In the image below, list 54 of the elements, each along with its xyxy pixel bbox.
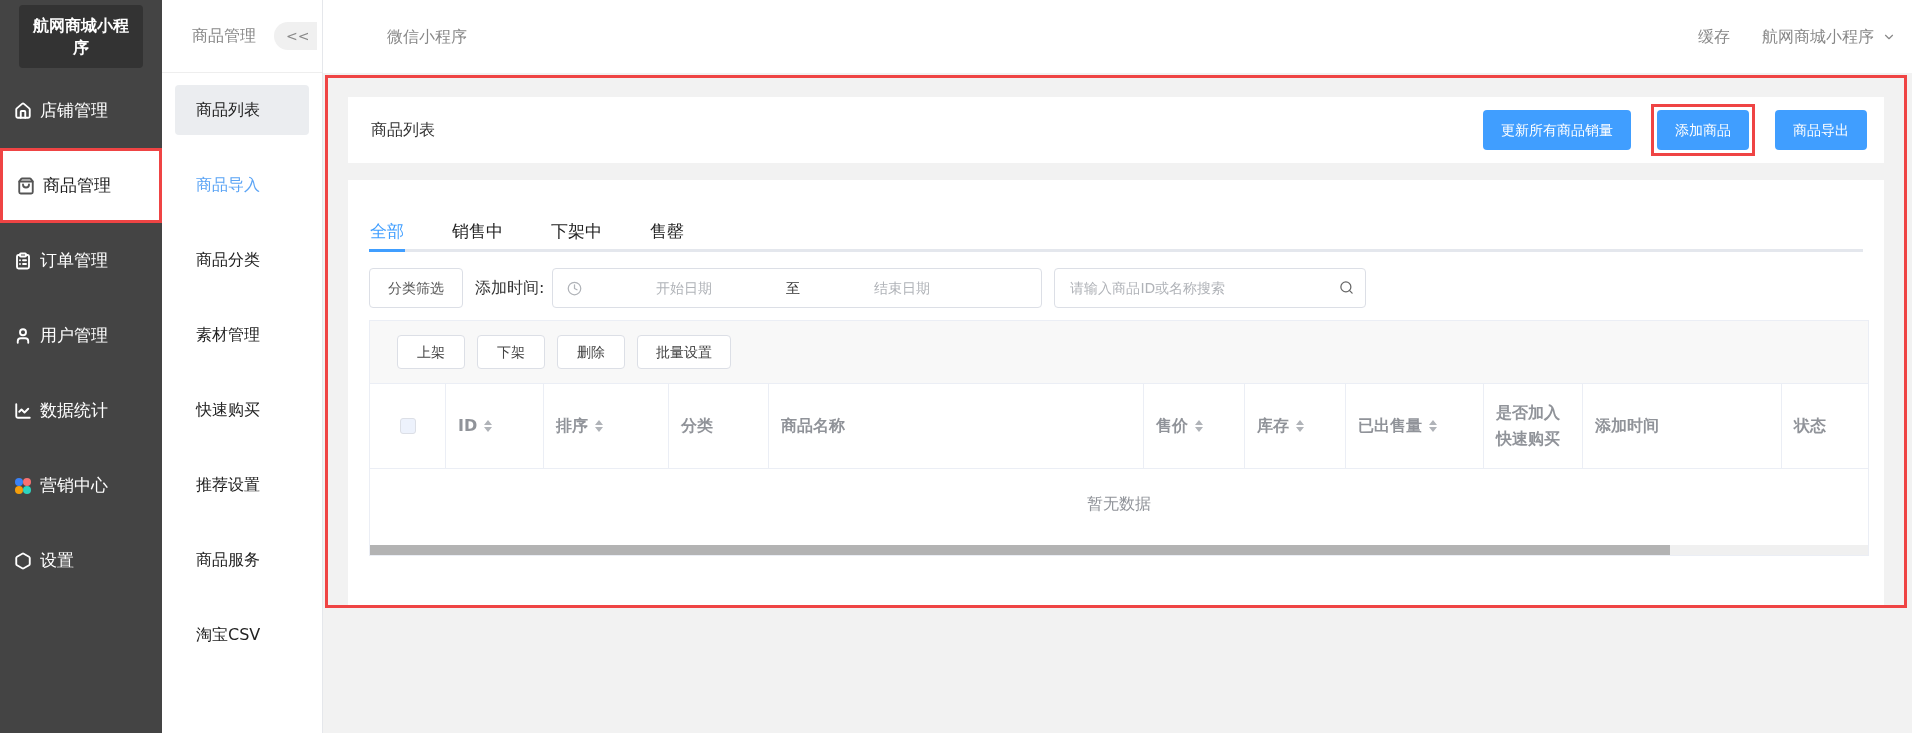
sort-icon[interactable]	[1194, 419, 1204, 433]
user-icon	[14, 326, 32, 345]
submenu-item[interactable]: 推荐设置	[175, 460, 309, 510]
sidebar-item[interactable]: 设置	[0, 523, 162, 598]
search-icon	[1339, 280, 1355, 295]
submenu-item[interactable]: 商品列表	[175, 85, 309, 135]
clipboard-icon	[14, 251, 32, 270]
store-icon	[14, 101, 32, 120]
tab[interactable]: 销售中	[451, 214, 504, 252]
empty-message: 暂无数据	[1087, 493, 1151, 515]
sort-icon[interactable]	[594, 419, 604, 433]
select-all-checkbox[interactable]	[399, 418, 416, 434]
cache-link[interactable]: 缓存	[1698, 24, 1730, 49]
sort-icon[interactable]	[483, 419, 494, 433]
sort-icon[interactable]	[1428, 419, 1438, 433]
column-header: 添加时间	[1583, 384, 1782, 468]
tab[interactable]: 下架中	[550, 214, 603, 252]
bulk-action-button[interactable]: 上架	[397, 335, 465, 369]
column-header: 状态	[1782, 384, 1868, 468]
four-dots-icon	[14, 476, 32, 495]
topbar-title: 微信小程序	[387, 25, 467, 48]
column-header: 分类	[669, 384, 769, 468]
submenu-title: 商品管理	[192, 25, 256, 47]
category-filter-button[interactable]: 分类筛选	[369, 268, 463, 308]
date-label: 添加时间:	[475, 277, 545, 299]
sidebar-item[interactable]: 营销中心	[0, 448, 162, 523]
bulk-action-button[interactable]: 删除	[557, 335, 625, 369]
submenu-item[interactable]: 素材管理	[175, 310, 309, 360]
date-range-field[interactable]: 开始日期 至 结束日期	[552, 268, 1043, 308]
submenu-item[interactable]: 快速购买	[175, 385, 309, 435]
account-dropdown[interactable]: 航网商城小程序	[1762, 24, 1896, 49]
settings-icon	[14, 551, 32, 570]
column-header: 是否加入快速购买	[1484, 384, 1583, 468]
tab[interactable]: 售罄	[649, 214, 685, 252]
bulk-action-button[interactable]: 下架	[477, 335, 545, 369]
submenu-item[interactable]: 淘宝CSV	[175, 610, 309, 660]
column-header: 商品名称	[769, 384, 1144, 468]
clock-icon	[567, 280, 583, 296]
sidebar-item[interactable]: 数据统计	[0, 373, 162, 448]
horizontal-scrollbar[interactable]	[370, 545, 1868, 555]
date-separator: 至	[786, 278, 801, 298]
sidebar-item[interactable]: 店铺管理	[0, 73, 162, 148]
app-logo: 航网商城小程序	[19, 5, 143, 68]
submenu-item[interactable]: 商品服务	[175, 535, 309, 585]
sidebar-item[interactable]: 订单管理	[0, 223, 162, 298]
sidebar-item[interactable]: 用户管理	[0, 298, 162, 373]
sidebar-item[interactable]: 商品管理	[0, 148, 162, 223]
submenu-item[interactable]: 商品分类	[175, 235, 309, 285]
sort-icon[interactable]	[1295, 419, 1305, 433]
chart-icon	[14, 401, 32, 420]
search-field[interactable]: 请输入商品ID或名称搜索	[1054, 268, 1367, 308]
bag-icon	[17, 176, 35, 195]
page-title: 商品列表	[371, 119, 435, 141]
bulk-action-button[interactable]: 批量设置	[637, 335, 731, 369]
